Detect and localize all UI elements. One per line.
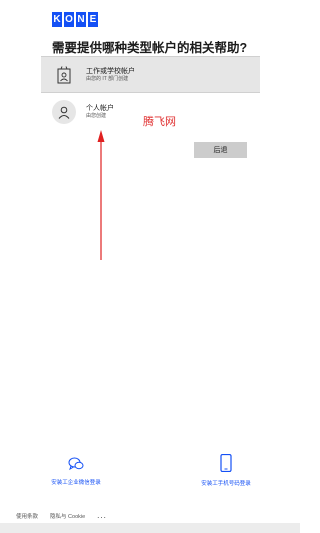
logo-box-o: O [64,12,74,27]
logo-box-k: K [52,12,62,27]
option-subtitle: 由您创建 [86,113,107,119]
logo-letter: O [65,13,73,25]
option-title: 工作或学校帐户 [86,67,135,75]
phone-login-label: 安装工手机号码登录 [201,481,251,487]
logo-box-e: E [88,12,98,27]
arrow-annotation [97,130,105,260]
wechat-login-label: 安装工企业微信登录 [51,480,101,486]
phone-login-link[interactable]: 安装工手机号码登录 [190,453,262,487]
bottom-strip [0,523,300,533]
logo-box-n: N [76,12,86,27]
option-text: 个人帐户 由您创建 [86,104,114,120]
logo-letter: E [89,13,97,25]
kone-logo: K O N E [52,12,98,27]
logo-letter: N [77,13,85,25]
watermark: 腾飞网 [143,116,176,128]
option-subtitle: 由您的 IT 部门创建 [86,75,129,82]
privacy-link[interactable]: 隐私与 Cookie [50,512,85,520]
wechat-login-link[interactable]: 安装工企业微信登录 [40,457,112,486]
logo-letter: K [53,13,61,25]
id-badge-icon [52,63,76,87]
terms-link[interactable]: 使用条款 [16,512,38,520]
person-icon [52,100,76,124]
back-button[interactable]: 后退 [194,142,247,158]
option-title: 个人帐户 [86,105,114,112]
bottom-links: 使用条款 隐私与 Cookie ... [0,509,300,523]
option-text: 工作或学校帐户 由您的 IT 部门创建 [86,67,135,83]
page-title: 需要提供哪种类型帐户的相关帮助? [52,41,248,55]
phone-icon [220,453,232,477]
more-options-button[interactable]: ... [97,512,107,520]
account-option-work[interactable]: 工作或学校帐户 由您的 IT 部门创建 [41,56,260,93]
wechat-icon [68,457,84,476]
